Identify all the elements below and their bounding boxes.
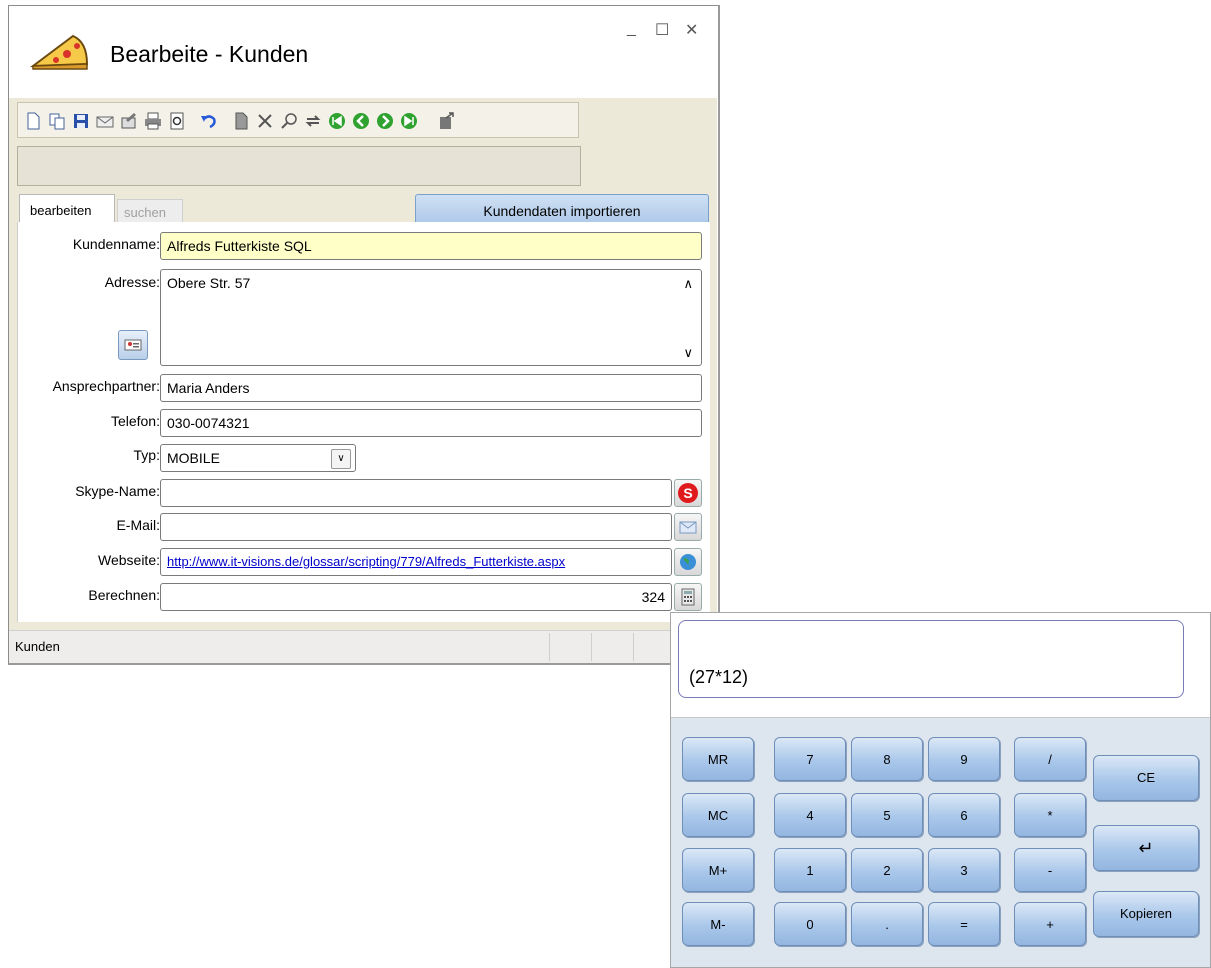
save-icon[interactable] (72, 112, 90, 130)
form-area: bearbeiten suchen Kundendaten importiere… (9, 98, 717, 630)
close-button[interactable]: ✕ (685, 20, 698, 40)
key-minus[interactable]: - (1014, 848, 1086, 892)
key-dot[interactable]: . (851, 902, 923, 946)
new-icon[interactable] (24, 112, 42, 130)
label-skype: Skype-Name: (75, 483, 160, 499)
email-input[interactable] (160, 513, 672, 541)
key-7[interactable]: 7 (774, 737, 846, 781)
search-icon[interactable] (280, 112, 298, 130)
key-mc[interactable]: MC (682, 793, 754, 837)
key-divide[interactable]: / (1014, 737, 1086, 781)
key-multiply[interactable]: * (1014, 793, 1086, 837)
scroll-up-icon[interactable]: ∧ (683, 276, 693, 292)
preview-icon[interactable] (168, 112, 186, 130)
maximize-button[interactable]: ☐ (655, 20, 669, 40)
mail-icon (679, 521, 697, 534)
key-4[interactable]: 4 (774, 793, 846, 837)
label-kundenname: Kundenname: (72, 236, 160, 252)
envelope-icon[interactable] (96, 112, 114, 130)
svg-text:S: S (683, 485, 692, 501)
key-mminus[interactable]: M- (682, 902, 754, 946)
label-email: E-Mail: (116, 517, 160, 533)
key-enter[interactable]: ↵ (1093, 825, 1199, 871)
undo-icon[interactable] (200, 112, 218, 130)
skype-icon: S (678, 483, 698, 503)
tab-bearbeiten[interactable]: bearbeiten (19, 194, 115, 222)
last-icon[interactable] (400, 112, 418, 130)
website-link[interactable]: http://www.it-visions.de/glossar/scripti… (160, 548, 672, 576)
scroll-down-icon[interactable]: ∨ (683, 345, 693, 361)
document-icon[interactable] (232, 112, 250, 130)
address-card-button[interactable] (118, 330, 148, 360)
window-title: Bearbeite - Kunden (110, 41, 309, 67)
label-telefon: Telefon: (110, 413, 160, 429)
skype-name-input[interactable] (160, 479, 672, 507)
status-text: Kunden (15, 639, 60, 654)
key-mr[interactable]: MR (682, 737, 754, 781)
label-adresse: Adresse: (104, 274, 160, 290)
type-selected-value: MOBILE (167, 450, 220, 466)
tab-suchen[interactable]: suchen (117, 199, 183, 222)
key-2[interactable]: 2 (851, 848, 923, 892)
key-1[interactable]: 1 (774, 848, 846, 892)
key-equals[interactable]: = (928, 902, 1000, 946)
type-select[interactable]: MOBILE ∨ (160, 444, 356, 472)
skype-call-button[interactable]: S (674, 479, 702, 507)
chevron-down-icon[interactable]: ∨ (331, 449, 351, 469)
contact-person-input[interactable]: Maria Anders (160, 374, 702, 402)
export-icon[interactable] (438, 112, 456, 130)
label-ansprechpartner: Ansprechpartner: (52, 378, 160, 394)
customer-edit-window: Bearbeite - Kunden _ ☐ ✕ bearbeiten such… (8, 5, 720, 665)
minimize-button[interactable]: _ (627, 20, 636, 38)
label-typ: Typ: (133, 447, 160, 463)
copy-icon[interactable] (48, 112, 66, 130)
address-text: Obere Str. 57 (167, 275, 251, 291)
prev-icon[interactable] (352, 112, 370, 130)
key-8[interactable]: 8 (851, 737, 923, 781)
calculator-display[interactable]: (27*12) (678, 620, 1184, 698)
toolbar (17, 102, 579, 138)
key-6[interactable]: 6 (928, 793, 1000, 837)
open-website-button[interactable] (674, 548, 702, 576)
label-webseite: Webseite: (98, 552, 160, 568)
key-copy[interactable]: Kopieren (1093, 891, 1199, 937)
first-icon[interactable] (328, 112, 346, 130)
calculation-input[interactable]: 324 (160, 583, 672, 611)
calculator-expression: (27*12) (689, 667, 749, 687)
phone-input[interactable]: 030-0074321 (160, 409, 702, 437)
status-segment (633, 633, 634, 661)
key-plus[interactable]: + (1014, 902, 1086, 946)
calculator-popup: (27*12) MR MC M+ M- 7 8 9 / 4 5 6 * 1 2 … (670, 612, 1211, 968)
status-segment (591, 633, 592, 661)
contact-card-icon (124, 339, 142, 351)
status-bar: Kunden (9, 630, 717, 663)
pizza-logo-icon (29, 34, 89, 70)
key-0[interactable]: 0 (774, 902, 846, 946)
next-icon[interactable] (376, 112, 394, 130)
globe-icon (680, 554, 696, 570)
tab-panel: Kundenname: Alfreds Futterkiste SQL Adre… (17, 222, 710, 622)
key-ce[interactable]: CE (1093, 755, 1199, 801)
status-segment (549, 633, 550, 661)
print-icon[interactable] (144, 112, 162, 130)
title-bar[interactable]: Bearbeite - Kunden _ ☐ ✕ (9, 6, 717, 98)
label-berechnen: Berechnen: (88, 587, 160, 603)
key-9[interactable]: 9 (928, 737, 1000, 781)
calculator-display-area: (27*12) (671, 613, 1210, 718)
open-calculator-button[interactable] (674, 583, 702, 611)
address-textarea[interactable]: Obere Str. 57 ∧ ∨ (160, 269, 702, 366)
message-box (17, 146, 581, 186)
key-5[interactable]: 5 (851, 793, 923, 837)
key-mplus[interactable]: M+ (682, 848, 754, 892)
key-3[interactable]: 3 (928, 848, 1000, 892)
calculator-icon (681, 588, 695, 606)
delete-icon[interactable] (256, 112, 274, 130)
refresh-icon[interactable] (304, 112, 322, 130)
send-email-button[interactable] (674, 513, 702, 541)
edit-icon[interactable] (120, 112, 138, 130)
customer-name-input[interactable]: Alfreds Futterkiste SQL (160, 232, 702, 260)
